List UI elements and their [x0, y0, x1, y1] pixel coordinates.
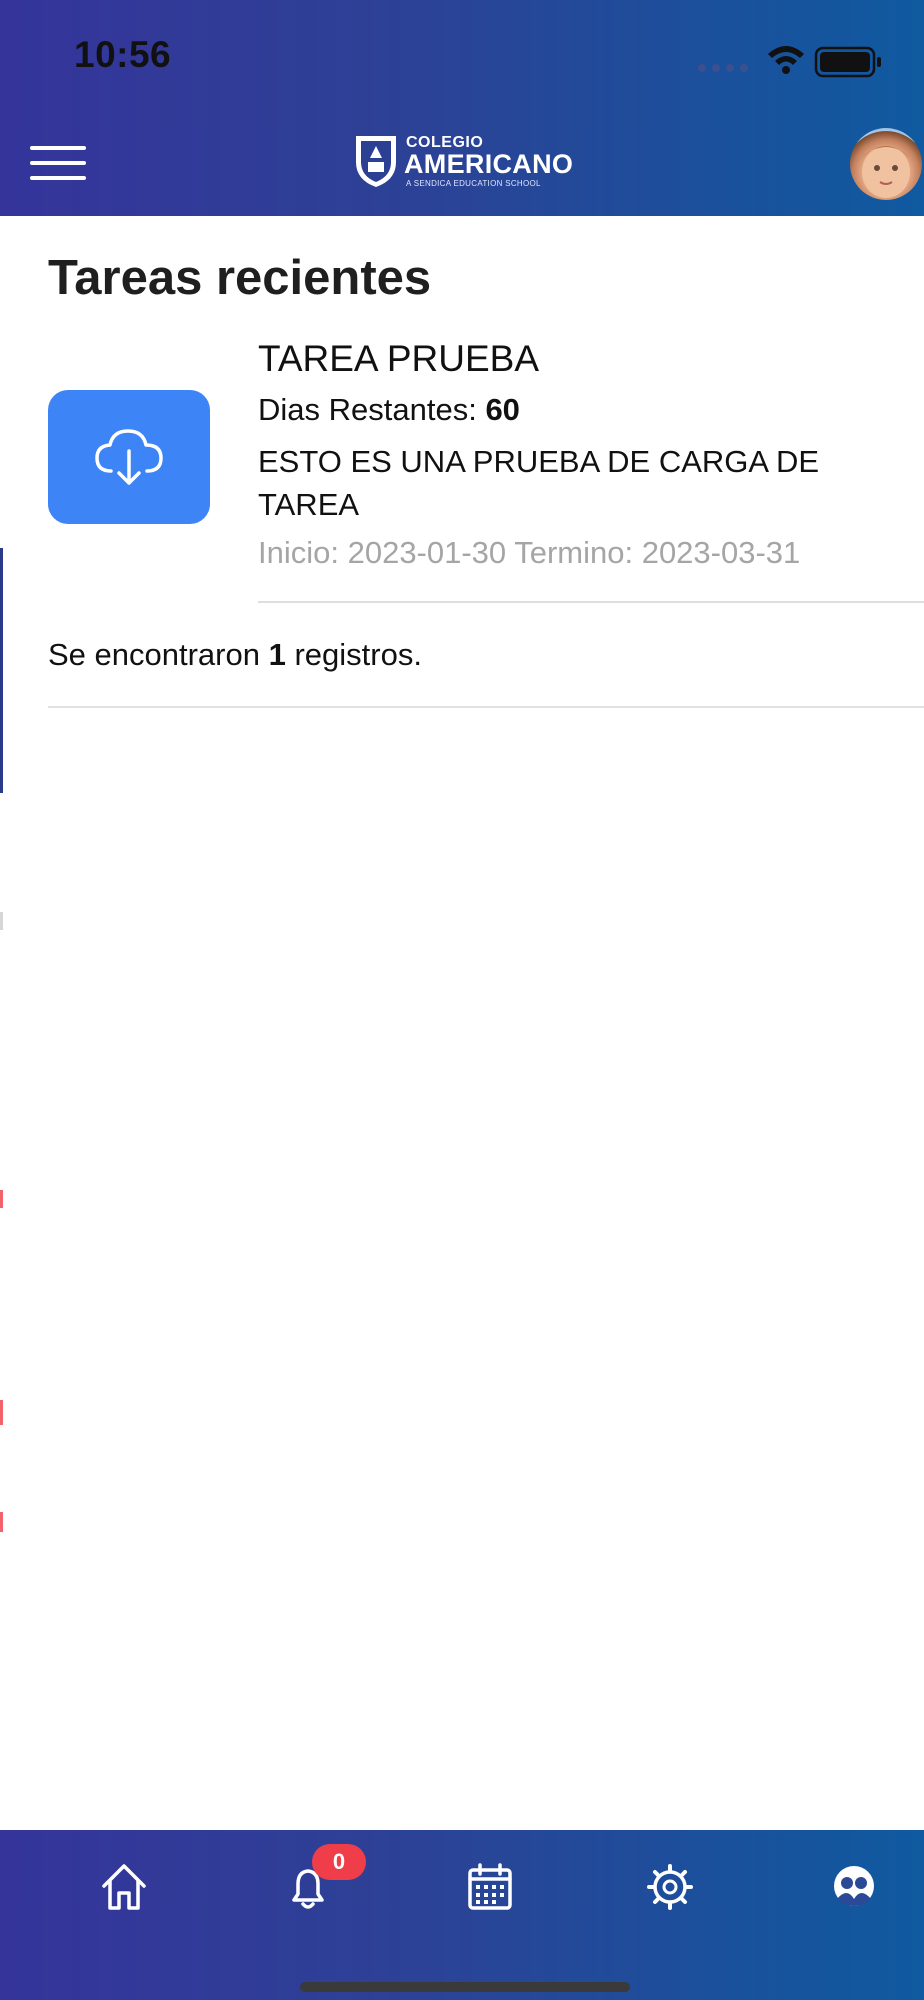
- cloud-download-icon: [95, 429, 163, 485]
- app-header: 10:56 COLEGIO AMERICANO A SENDICA EDUCAT…: [0, 0, 924, 216]
- avatar[interactable]: [850, 128, 922, 200]
- users-icon[interactable]: [824, 1856, 884, 1916]
- status-time: 10:56: [74, 34, 172, 75]
- notification-badge: 0: [312, 1844, 366, 1880]
- task-description: ESTO ES UNA PRUEBA DE CARGA DE TAREA: [258, 444, 820, 522]
- calendar-icon[interactable]: [460, 1856, 520, 1916]
- days-value: 60: [485, 392, 520, 427]
- task-dates: Inicio: 2023-01-30 Termino: 2023-03-31: [258, 535, 801, 570]
- home-indicator[interactable]: [300, 1982, 630, 1992]
- edge-strip: [0, 548, 3, 793]
- logo-line2: AMERICANO: [404, 149, 574, 179]
- menu-icon[interactable]: [30, 146, 86, 182]
- divider: [48, 706, 924, 708]
- task-days-remaining: Dias Restantes: 60: [258, 392, 520, 427]
- wifi-icon: [768, 46, 804, 74]
- page-title: Tareas recientes: [48, 251, 432, 305]
- edge-strip: [0, 1400, 3, 1425]
- school-logo: COLEGIO AMERICANO A SENDICA EDUCATION SC…: [354, 132, 580, 192]
- battery-icon: [814, 46, 881, 78]
- download-button[interactable]: [48, 390, 210, 524]
- divider: [258, 601, 924, 603]
- logo-tagline: A SENDICA EDUCATION SCHOOL: [406, 179, 541, 188]
- edge-strip: [0, 1512, 3, 1532]
- edge-strip: [0, 912, 3, 930]
- status-icons: [694, 40, 884, 80]
- gear-icon[interactable]: [640, 1856, 700, 1916]
- crest-icon: [356, 136, 396, 187]
- records-count-text: Se encontraron 1 registros.: [48, 637, 422, 672]
- task-name: TAREA PRUEBA: [258, 338, 540, 379]
- signal-icon: [698, 64, 748, 72]
- home-icon[interactable]: [94, 1856, 154, 1916]
- edge-strip: [0, 1190, 3, 1208]
- records-count: 1: [268, 637, 286, 672]
